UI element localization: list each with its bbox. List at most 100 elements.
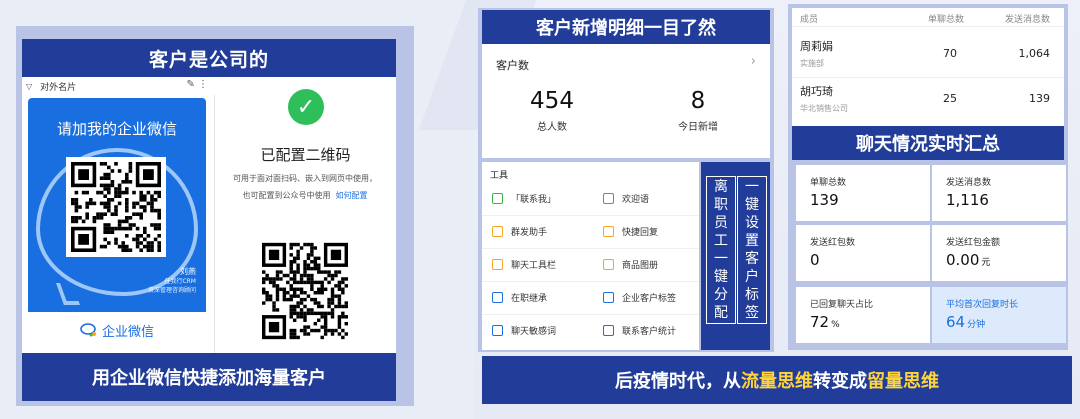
sensitive-words-icon [492, 325, 503, 336]
tool-item[interactable]: 「联系我」 [492, 192, 556, 205]
member-chats: 70 [943, 47, 957, 60]
tool-label: 欢迎语 [622, 195, 650, 205]
tool-label: 快捷回复 [622, 228, 659, 238]
configured-title: 已配置二维码 [260, 146, 351, 164]
stat-card-messages: 发送消息数 1,116 [932, 165, 1066, 221]
broadcast-icon [492, 226, 503, 237]
member-messages: 139 [1029, 92, 1050, 105]
stat-value: 139 [810, 191, 839, 209]
configured-description: 可用于面对面扫码、嵌入到网页中使用， 也可配置到公众号中使用 如何配置 [216, 170, 394, 204]
wecom-brand-bar: 企业微信 [28, 312, 206, 348]
right-panel-title: 聊天情况实时汇总 [792, 126, 1064, 160]
bottom-banner: 后疫情时代，从 流量思维 转变成 留量思维 [482, 356, 1072, 404]
tool-item[interactable]: 聊天工具栏 [492, 258, 556, 271]
member-dept: 实施部 [800, 59, 824, 68]
configured-desc-line1: 可用于面对面扫码、嵌入到网页中使用， [233, 174, 377, 183]
chevron-down-icon[interactable]: ▽ [26, 82, 32, 91]
middle-panel-title: 客户新增明细一目了然 [482, 10, 770, 44]
statistics-icon [603, 325, 614, 336]
member-name: 胡巧琦 [800, 85, 833, 98]
column-header-chats: 单聊总数 [928, 15, 965, 25]
new-today-value: 8 [690, 88, 706, 114]
stat-card-red-packet-amount: 发送红包金额 0.00 元 [932, 225, 1066, 281]
member-dept: 华北销售公司 [800, 104, 848, 113]
tool-item[interactable]: 快捷回复 [603, 225, 658, 238]
wecom-brand-label: 企业微信 [101, 324, 154, 340]
how-to-configure-link[interactable]: 如何配置 [336, 191, 368, 200]
banner-text-2: 转变成 [813, 371, 867, 392]
product-album-icon [603, 259, 614, 270]
tool-item[interactable]: 在职继承 [492, 291, 547, 304]
wecom-card: 请加我的企业微信 刘燕 任我行CRM 资深管理咨询顾问 [28, 98, 206, 312]
stat-label: 发送消息数 [946, 178, 992, 188]
chat-toolbar-icon [492, 259, 503, 270]
wecom-qr-code[interactable] [66, 157, 166, 257]
stat-value: 64 分钟 [946, 313, 986, 331]
tool-item[interactable]: 欢迎语 [603, 192, 649, 205]
new-customers-today: 8 今日新增 [628, 88, 768, 133]
tool-label: 「联系我」 [511, 195, 557, 205]
row-separator [792, 26, 1064, 27]
wecom-card-title: 请加我的企业微信 [56, 120, 177, 138]
configured-qr-code[interactable] [262, 242, 348, 340]
stat-value: 72% [810, 313, 840, 331]
stat-label: 单聊总数 [810, 178, 847, 188]
checkmark-icon: ✓ [288, 89, 324, 125]
tool-row-separator [482, 215, 699, 216]
customer-count-card[interactable]: 客户数 › 454 总人数 8 今日新增 [482, 44, 770, 158]
new-today-label: 今日新增 [678, 122, 718, 133]
stat-label: 发送红包数 [810, 238, 856, 248]
business-card-label: 对外名片 [40, 82, 77, 93]
stat-value: 0.00 元 [946, 251, 991, 269]
wecom-logo-icon [80, 323, 98, 337]
tools-card: 工具 [482, 162, 699, 350]
tool-row-separator [482, 281, 699, 282]
banner-highlight-1: 流量思维 [741, 371, 813, 392]
left-panel-title: 客户是公司的 [22, 39, 396, 77]
member-messages: 1,064 [1018, 47, 1051, 60]
tool-label: 在职继承 [511, 294, 548, 304]
tool-label: 群发助手 [511, 228, 548, 238]
quick-reply-icon [603, 226, 614, 237]
member-name: 周莉娟 [800, 40, 833, 53]
tool-label: 联系客户统计 [622, 327, 677, 337]
contact-me-icon [492, 193, 503, 204]
tag-setting-box: 一键设置客户标签 [737, 176, 767, 324]
tools-header: 工具 [490, 171, 509, 181]
column-header-messages: 发送消息数 [1004, 15, 1050, 25]
banner-text-1: 后疫情时代，从 [615, 371, 741, 392]
tool-item[interactable]: 聊天敏感词 [492, 324, 556, 337]
stat-label: 发送红包金额 [946, 238, 1001, 248]
stat-card-reply-rate: 已回复聊天占比 72% [796, 287, 930, 343]
inherit-icon [492, 292, 503, 303]
tool-row-separator [482, 314, 699, 315]
column-header-member: 成员 [800, 15, 819, 25]
banner-highlight-2: 留量思维 [867, 371, 939, 392]
tool-label: 聊天敏感词 [511, 327, 557, 337]
stat-label: 平均首次回复时长 [946, 300, 1019, 310]
person-name: 刘燕 [180, 267, 196, 276]
row-separator [792, 77, 1064, 78]
tool-item[interactable]: 企业客户标签 [603, 291, 676, 304]
chevron-right-icon[interactable]: › [751, 54, 756, 69]
edit-icon[interactable]: ✎ ⋮ [186, 79, 208, 90]
table-row[interactable]: 周莉娟 实施部 70 1,064 [792, 34, 1064, 78]
table-row[interactable]: 胡巧琦 华北销售公司 25 139 [792, 79, 1064, 123]
tool-item[interactable]: 商品图册 [603, 258, 658, 271]
tag-setting-text: 一键设置客户标签 [745, 179, 759, 321]
tool-row-separator [482, 248, 699, 249]
total-customers-value: 454 [530, 88, 574, 114]
tool-item[interactable]: 群发助手 [492, 225, 547, 238]
welcome-icon [603, 193, 614, 204]
left-panel-footer: 用企业微信快捷添加海量客户 [22, 353, 396, 401]
offboarding-assign-text: 离职员工一键分配 [714, 179, 728, 321]
person-company: 任我行CRM [164, 278, 196, 285]
stat-value: 0 [810, 251, 820, 269]
business-card-header: ▽ 对外名片 ✎ ⋮ [22, 77, 214, 95]
customer-count-header: 客户数 [496, 59, 529, 72]
total-customers: 454 总人数 [482, 88, 622, 133]
member-chats: 25 [943, 92, 957, 105]
tool-item[interactable]: 联系客户统计 [603, 324, 676, 337]
chat-bubble-tail [55, 283, 81, 305]
tool-label: 企业客户标签 [622, 294, 677, 304]
